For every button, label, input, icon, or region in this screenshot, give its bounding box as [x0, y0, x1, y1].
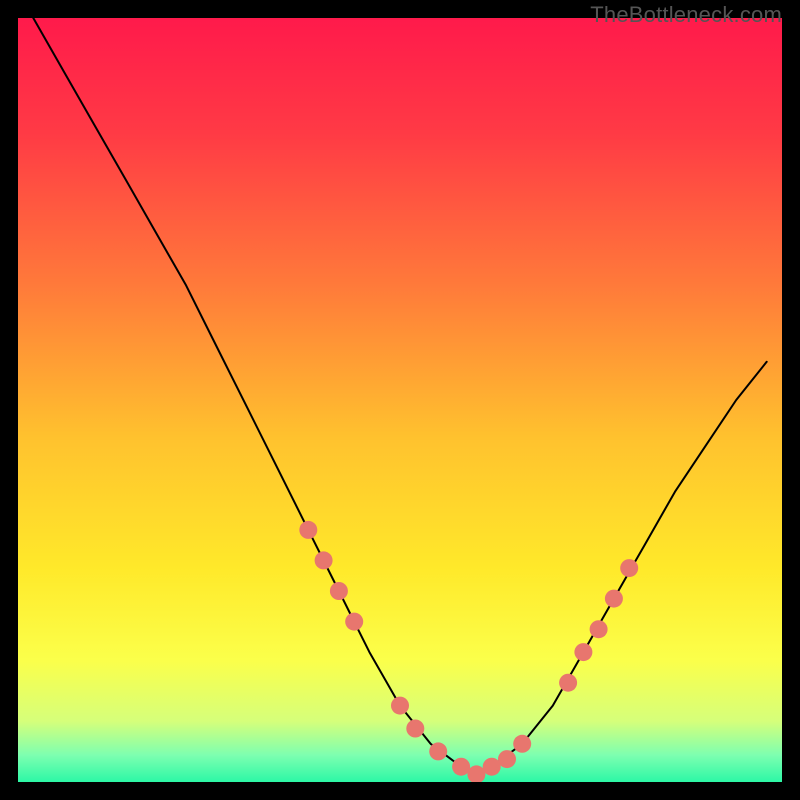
highlight-dot [315, 551, 333, 569]
highlight-dot [330, 582, 348, 600]
highlight-dot [429, 742, 447, 760]
highlight-dot [605, 590, 623, 608]
chart-frame [18, 18, 782, 782]
watermark-text: TheBottleneck.com [590, 2, 782, 28]
highlight-dot [574, 643, 592, 661]
bottleneck-chart [18, 18, 782, 782]
highlight-dot [620, 559, 638, 577]
highlight-dot [559, 674, 577, 692]
highlight-dot [452, 758, 470, 776]
highlight-dot [345, 613, 363, 631]
chart-background [18, 18, 782, 782]
highlight-dot [391, 697, 409, 715]
highlight-dot [498, 750, 516, 768]
highlight-dot [513, 735, 531, 753]
highlight-dot [590, 620, 608, 638]
highlight-dot [299, 521, 317, 539]
highlight-dot [483, 758, 501, 776]
highlight-dot [406, 720, 424, 738]
